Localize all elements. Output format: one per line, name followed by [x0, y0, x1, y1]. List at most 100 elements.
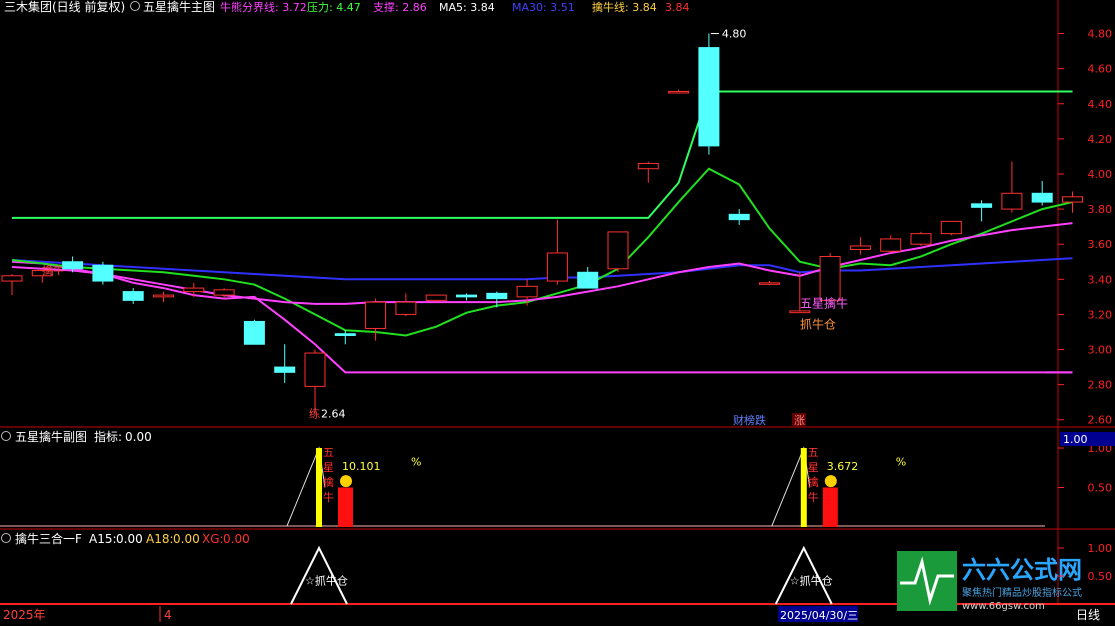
buy-signal-1: 五星擒牛 [800, 295, 848, 310]
news-tag-1: 财榜跌 [733, 413, 766, 427]
candle-body [122, 291, 144, 301]
candle-body [759, 282, 780, 285]
chart-svg: 六六公式网 聚焦热门精品炒股指标公式 www.66gsw.com 2.60 2.8… [0, 0, 1115, 622]
y-tick-label: 4.40 [1088, 98, 1113, 111]
sub1-vertical-char: 擒 [808, 475, 819, 489]
news-tag-2: 涨 [794, 414, 805, 427]
candle-body [849, 245, 871, 250]
sub1-pct: % [411, 455, 421, 468]
sub1-header: 五星擒牛副图 指标: 0.00 [1, 429, 152, 444]
candle-body [304, 352, 326, 387]
buy-signal-2: 抓牛仓 [800, 316, 836, 331]
candle-body [1062, 196, 1083, 203]
candle-body [425, 294, 447, 301]
smiley-icon [340, 475, 352, 488]
sub1-red-bar [822, 487, 838, 527]
candle-body [910, 233, 932, 245]
y-tick-label: 2.60 [1088, 414, 1113, 427]
candle-body [62, 261, 84, 270]
candle-body [334, 333, 356, 336]
sub1-vertical-char: 擒 [323, 475, 334, 489]
candle [698, 33, 720, 155]
candle [819, 252, 841, 303]
candle-body [940, 220, 962, 235]
sub1-value: 3.672 [827, 460, 859, 473]
sub2-panel-name[interactable]: 擒牛三合一F [15, 531, 82, 546]
period-label[interactable]: 日线 [1076, 608, 1100, 622]
y-tick-label: 4.20 [1088, 133, 1113, 146]
sub2-a18-label: A18: [146, 532, 174, 546]
buy-top-label: 擒牛 [42, 263, 64, 277]
header-item-4: MA30: 3.51 [512, 1, 575, 14]
sub2-a15-label: A15: [89, 532, 117, 546]
header-item-6: 3.84 [665, 1, 690, 14]
candle-body [456, 294, 477, 298]
watermark-url: www.66gsw.com [962, 601, 1045, 612]
y-tick-label: 4.60 [1088, 63, 1113, 76]
sub2-xg-value: 0.00 [223, 532, 250, 546]
sub1-value: 0.00 [125, 430, 152, 444]
candle-body [213, 289, 235, 296]
header-item-3: MA5: 3.84 [439, 1, 495, 14]
sub2-tick-label: 1.00 [1088, 542, 1113, 555]
chart-window: 六六公式网 聚焦热门精品炒股指标公式 www.66gsw.com 2.60 2.8… [0, 0, 1115, 622]
sub2-tick-label: 0.50 [1088, 570, 1113, 583]
candle-body [365, 301, 387, 329]
sub2-label: ☆抓牛仓 [305, 573, 348, 587]
sub1-tick-label: 0.50 [1088, 482, 1113, 495]
main-panel-name[interactable]: 五星擒牛主图 [143, 0, 215, 14]
candle-body [546, 252, 568, 282]
candle-body [153, 294, 174, 298]
smiley-icon [824, 475, 837, 488]
watermark-brand: 六六公式网 [962, 556, 1082, 584]
candle-body [789, 310, 811, 314]
stock-title[interactable]: 三木集团(日线 前复权) [4, 0, 125, 14]
y-tick-label: 3.20 [1088, 308, 1113, 321]
y-tick-label: 4.80 [1088, 28, 1113, 41]
header-item-5: 擒牛线: 3.84 [592, 0, 657, 14]
candle-body [607, 231, 629, 270]
candle-body [183, 287, 205, 293]
candle [607, 231, 629, 273]
sub2-xg-label: XG: [202, 532, 224, 546]
candle-body [577, 271, 599, 289]
sub1-vertical-char: 五 [808, 446, 819, 459]
low-label: 2.64 [321, 408, 346, 421]
low-prefix: 练 [309, 407, 320, 421]
header-item-2: 支撑: 2.86 [373, 0, 427, 14]
sub1-panel-name[interactable]: 五星擒牛副图 [15, 429, 87, 444]
y-tick-label: 2.80 [1088, 379, 1113, 392]
candle-body [668, 90, 690, 94]
sub2-a15-value: 0.00 [116, 532, 143, 546]
candle-body [395, 301, 417, 315]
y-tick-label: 3.00 [1088, 344, 1113, 357]
sub1-value: 10.101 [342, 460, 381, 473]
candle-body [274, 366, 296, 373]
candle-body [698, 47, 720, 147]
sub1-red-bar [338, 487, 353, 527]
month-label: 4 [164, 608, 172, 622]
candle-body [728, 213, 750, 221]
year-label: 2025年 [3, 608, 46, 622]
y-tick-label: 3.40 [1088, 273, 1113, 286]
candle-body [880, 238, 902, 252]
candle-body [819, 255, 841, 301]
sub1-yellow-bar [316, 448, 322, 527]
header-item-0: 牛熊分界线: 3.72 [220, 0, 307, 14]
candle-body [1001, 192, 1023, 210]
sub1-label: 指标: [94, 429, 122, 444]
candle [92, 261, 114, 285]
candle-body [92, 264, 114, 282]
high-label: 4.80 [722, 28, 747, 41]
sub2-label: ☆抓牛仓 [790, 573, 833, 587]
main-header-items: 牛熊分界线: 3.72 压力: 4.47 支撑: 2.86 MA5: 3.84 MA30… [220, 0, 690, 14]
candle-body [243, 320, 265, 345]
y-tick-label: 3.60 [1088, 238, 1113, 251]
candle [243, 319, 265, 345]
candle-body [486, 292, 508, 300]
candle-body [637, 162, 659, 170]
sub1-pct: % [896, 455, 906, 468]
sub1-vertical-char: 牛 [323, 490, 334, 504]
sub1-current-value: 1.00 [1063, 433, 1088, 446]
candle-body [1031, 192, 1053, 203]
